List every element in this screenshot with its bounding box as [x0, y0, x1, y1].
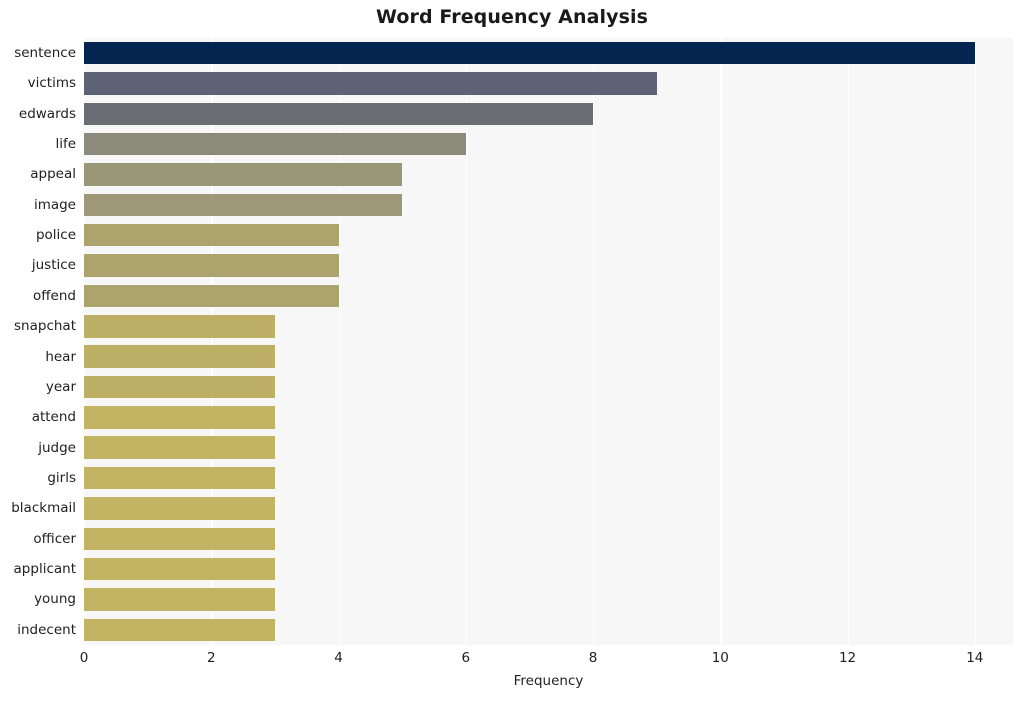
bar-row[interactable] [84, 129, 1013, 159]
x-tick-label-8: 8 [588, 650, 598, 666]
y-axis-tick-labels: sentence victims edwards life appeal image pol… [0, 38, 76, 645]
bar-row[interactable] [84, 250, 1013, 280]
y-tick-label-police: police [35, 227, 76, 244]
x-tick-label-14: 14 [966, 650, 984, 666]
x-tick-label-0: 0 [79, 650, 89, 666]
bar-row[interactable] [84, 584, 1013, 614]
bar-row[interactable] [84, 433, 1013, 463]
bar-life[interactable] [84, 132, 466, 156]
bar-victims[interactable] [84, 72, 657, 95]
bar-row[interactable] [84, 220, 1013, 250]
y-tick-label-attend: attend [31, 409, 76, 426]
bar-young[interactable] [84, 588, 275, 611]
bar-year[interactable] [84, 375, 275, 399]
x-axis-title: Frequency [513, 673, 584, 689]
bar-edwards[interactable] [84, 102, 594, 126]
x-tick-label-4: 4 [334, 650, 343, 666]
y-tick-label-officer: officer [33, 530, 76, 547]
bar-row[interactable] [84, 463, 1013, 493]
bar-row[interactable] [84, 159, 1013, 189]
y-tick-label-year: year [45, 378, 76, 395]
bar-image[interactable] [84, 193, 403, 217]
x-tick-label-12: 12 [838, 650, 857, 666]
x-tick-label-6: 6 [461, 650, 471, 666]
y-tick-label-victims: victims [27, 75, 76, 92]
y-tick-label-judge: judge [38, 439, 76, 456]
bar-blackmail[interactable] [84, 497, 275, 520]
y-tick-label-blackmail: blackmail [11, 500, 76, 517]
y-tick-label-indecent: indecent [17, 621, 76, 638]
bar-police[interactable] [84, 224, 339, 247]
x-axis-tick-labels: 0 2 4 6 8 10 12 14 [80, 645, 1013, 669]
y-tick-label-justice: justice [31, 257, 76, 274]
bar-hear[interactable] [84, 345, 275, 368]
y-tick-label-image: image [33, 196, 76, 213]
bar-girls[interactable] [84, 466, 275, 490]
bar-row[interactable] [84, 372, 1013, 402]
word-frequency-chart: Word Frequency Analysis sentence victims e… [0, 0, 1024, 701]
y-tick-label-appeal: appeal [30, 166, 76, 183]
bar-officer[interactable] [84, 527, 275, 550]
y-tick-label-hear: hear [45, 348, 76, 365]
bar-sentence[interactable] [84, 41, 975, 65]
bar-judge[interactable] [84, 436, 275, 459]
bar-row[interactable] [84, 311, 1013, 341]
bar-appeal[interactable] [84, 163, 403, 186]
bar-row[interactable] [84, 615, 1013, 645]
bar-row[interactable] [84, 99, 1013, 129]
y-tick-label-life: life [55, 136, 76, 153]
bar-applicant[interactable] [84, 557, 275, 581]
y-tick-label-applicant: applicant [13, 560, 76, 577]
chart-title: Word Frequency Analysis [375, 6, 649, 28]
x-tick-label-2: 2 [206, 650, 216, 666]
bar-row[interactable] [84, 190, 1013, 220]
bar-snapchat[interactable] [84, 315, 275, 338]
y-tick-label-girls: girls [47, 469, 76, 486]
y-tick-label-snapchat: snapchat [14, 318, 76, 335]
y-tick-label-young: young [34, 591, 76, 608]
bar-row[interactable] [84, 342, 1013, 372]
bar-row[interactable] [84, 554, 1013, 584]
bar-indecent[interactable] [84, 618, 275, 642]
y-tick-label-offend: offend [33, 287, 76, 304]
bar-row[interactable] [84, 38, 1013, 68]
bar-row[interactable] [84, 493, 1013, 523]
bar-justice[interactable] [84, 254, 339, 277]
bar-attend[interactable] [84, 406, 275, 429]
bars-layer [84, 38, 1013, 645]
bar-row[interactable] [84, 68, 1013, 98]
y-tick-label-edwards: edwards [18, 105, 76, 122]
y-tick-label-sentence: sentence [14, 45, 76, 61]
bar-row[interactable] [84, 281, 1013, 311]
bar-row[interactable] [84, 524, 1013, 554]
bar-offend[interactable] [84, 284, 339, 308]
bar-row[interactable] [84, 402, 1013, 432]
x-tick-label-10: 10 [711, 650, 729, 666]
